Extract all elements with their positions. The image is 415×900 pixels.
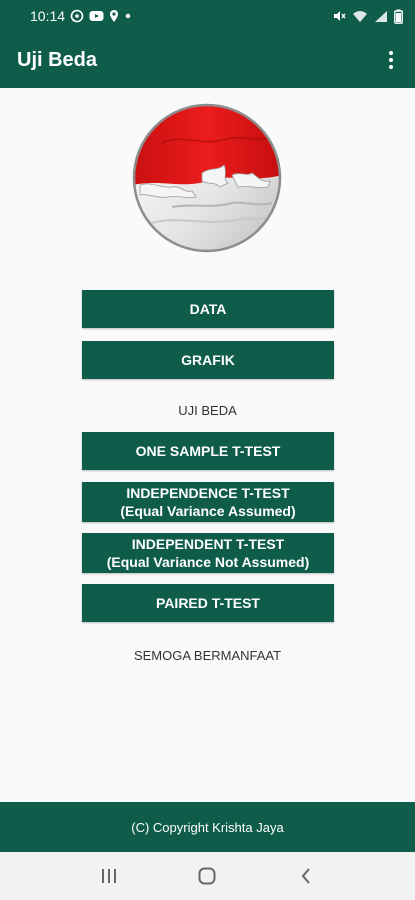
independent-t-test-button[interactable]: INDEPENDENT T-TEST (Equal Variance Not A… bbox=[82, 533, 334, 573]
independence-t-test-button[interactable]: INDEPENDENCE T-TEST (Equal Variance Assu… bbox=[82, 482, 334, 522]
whatsapp-icon bbox=[70, 9, 84, 23]
section-label: UJI BEDA bbox=[178, 403, 237, 418]
independent-label-line1: INDEPENDENT T-TEST bbox=[131, 536, 285, 552]
footer: (C) Copyright Krishta Jaya bbox=[0, 802, 415, 852]
battery-icon bbox=[394, 9, 403, 24]
closing-label: SEMOGA BERMANFAAT bbox=[133, 648, 282, 663]
app-title: Uji Beda bbox=[17, 48, 98, 71]
paired-label: PAIRED T-TEST bbox=[156, 595, 260, 611]
system-nav-bar bbox=[0, 852, 415, 900]
location-icon bbox=[109, 9, 119, 23]
dot-icon bbox=[124, 12, 132, 20]
wifi-icon bbox=[352, 10, 368, 23]
app-bar: Uji Beda bbox=[0, 32, 415, 88]
data-button-label: DATA bbox=[189, 301, 227, 317]
more-vert-icon[interactable] bbox=[379, 40, 403, 80]
grafik-button[interactable]: GRAFIK bbox=[82, 341, 334, 379]
home-icon[interactable] bbox=[187, 856, 227, 896]
status-right bbox=[332, 9, 403, 24]
copyright-text: (C) Copyright Krishta Jaya bbox=[131, 819, 284, 835]
recents-icon[interactable] bbox=[89, 856, 129, 896]
independence-label-line2: (Equal Variance Assumed) bbox=[120, 503, 296, 519]
one-sample-t-test-button[interactable]: ONE SAMPLE T-TEST bbox=[82, 432, 334, 470]
one-sample-label: ONE SAMPLE T-TEST bbox=[135, 443, 281, 459]
data-button[interactable]: DATA bbox=[82, 290, 334, 328]
grafik-button-label: GRAFIK bbox=[181, 352, 235, 368]
independent-label-line2: (Equal Variance Not Assumed) bbox=[106, 554, 310, 570]
indonesia-flag-globe-icon bbox=[132, 103, 282, 253]
mute-icon bbox=[332, 9, 346, 23]
paired-t-test-button[interactable]: PAIRED T-TEST bbox=[82, 584, 334, 622]
independence-label-line1: INDEPENDENCE T-TEST bbox=[126, 485, 290, 501]
back-icon[interactable] bbox=[286, 856, 326, 896]
status-time: 10:14 bbox=[30, 8, 66, 24]
signal-icon bbox=[374, 10, 388, 23]
status-bar: 10:14 bbox=[0, 0, 415, 32]
youtube-icon bbox=[89, 10, 104, 22]
status-left: 10:14 bbox=[30, 8, 132, 24]
